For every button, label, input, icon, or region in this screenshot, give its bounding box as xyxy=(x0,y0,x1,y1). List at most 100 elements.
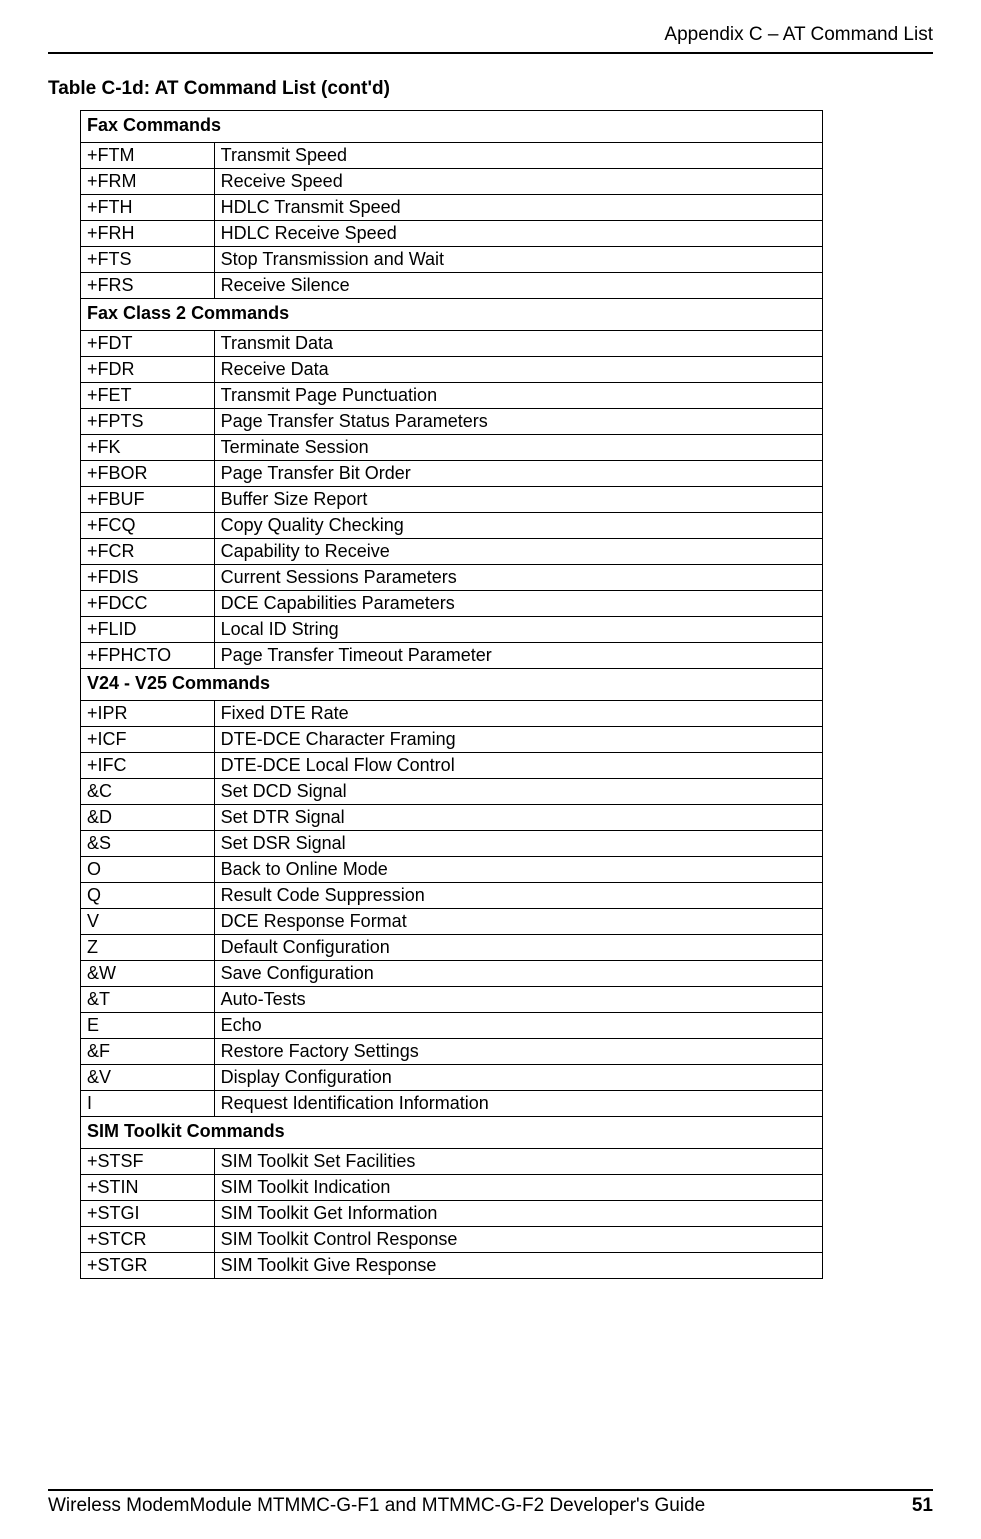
table-row: ZDefault Configuration xyxy=(81,935,823,961)
desc-cell: Page Transfer Timeout Parameter xyxy=(214,643,823,669)
cmd-cell: +FRH xyxy=(81,221,215,247)
table-row: +FKTerminate Session xyxy=(81,435,823,461)
table-row: +FTSStop Transmission and Wait xyxy=(81,247,823,273)
desc-cell: Receive Speed xyxy=(214,169,823,195)
at-command-table: Fax Commands +FTMTransmit Speed +FRMRece… xyxy=(80,110,823,1279)
cmd-cell: +ICF xyxy=(81,727,215,753)
desc-cell: HDLC Receive Speed xyxy=(214,221,823,247)
desc-cell: Set DCD Signal xyxy=(214,779,823,805)
section-header: V24 - V25 Commands xyxy=(81,669,823,701)
cmd-cell: &D xyxy=(81,805,215,831)
section-header: Fax Commands xyxy=(81,111,823,143)
desc-cell: Terminate Session xyxy=(214,435,823,461)
cmd-cell: +FCQ xyxy=(81,513,215,539)
section-header-row: Fax Class 2 Commands xyxy=(81,299,823,331)
desc-cell: Set DSR Signal xyxy=(214,831,823,857)
desc-cell: Current Sessions Parameters xyxy=(214,565,823,591)
desc-cell: DCE Capabilities Parameters xyxy=(214,591,823,617)
cmd-cell: &S xyxy=(81,831,215,857)
cmd-cell: +STSF xyxy=(81,1149,215,1175)
section-header: Fax Class 2 Commands xyxy=(81,299,823,331)
desc-cell: HDLC Transmit Speed xyxy=(214,195,823,221)
desc-cell: Display Configuration xyxy=(214,1065,823,1091)
desc-cell: Receive Silence xyxy=(214,273,823,299)
section-header-row: SIM Toolkit Commands xyxy=(81,1117,823,1149)
desc-cell: Capability to Receive xyxy=(214,539,823,565)
table-row: +IFCDTE-DCE Local Flow Control xyxy=(81,753,823,779)
cmd-cell: O xyxy=(81,857,215,883)
table-row: +IPRFixed DTE Rate xyxy=(81,701,823,727)
footer-text: Wireless ModemModule MTMMC-G-F1 and MTMM… xyxy=(48,1495,705,1517)
desc-cell: Transmit Speed xyxy=(214,143,823,169)
cmd-cell: +FTH xyxy=(81,195,215,221)
desc-cell: Transmit Data xyxy=(214,331,823,357)
cmd-cell: &W xyxy=(81,961,215,987)
table-row: &VDisplay Configuration xyxy=(81,1065,823,1091)
table-row: &FRestore Factory Settings xyxy=(81,1039,823,1065)
section-header-row: Fax Commands xyxy=(81,111,823,143)
cmd-cell: +FTM xyxy=(81,143,215,169)
table-row: +FRHHDLC Receive Speed xyxy=(81,221,823,247)
desc-cell: Result Code Suppression xyxy=(214,883,823,909)
cmd-cell: +FBUF xyxy=(81,487,215,513)
desc-cell: Back to Online Mode xyxy=(214,857,823,883)
cmd-cell: +FPTS xyxy=(81,409,215,435)
table-row: +ICFDTE-DCE Character Framing xyxy=(81,727,823,753)
table-row: &WSave Configuration xyxy=(81,961,823,987)
desc-cell: Local ID String xyxy=(214,617,823,643)
cmd-cell: Z xyxy=(81,935,215,961)
table-row: +STSFSIM Toolkit Set Facilities xyxy=(81,1149,823,1175)
table-row: +FDRReceive Data xyxy=(81,357,823,383)
cmd-cell: +FDCC xyxy=(81,591,215,617)
cmd-cell: Q xyxy=(81,883,215,909)
page-number: 51 xyxy=(912,1495,933,1517)
table-row: +STCRSIM Toolkit Control Response xyxy=(81,1227,823,1253)
cmd-cell: +FDT xyxy=(81,331,215,357)
desc-cell: SIM Toolkit Set Facilities xyxy=(214,1149,823,1175)
cmd-cell: +FBOR xyxy=(81,461,215,487)
desc-cell: Restore Factory Settings xyxy=(214,1039,823,1065)
cmd-cell: +STIN xyxy=(81,1175,215,1201)
table-row: OBack to Online Mode xyxy=(81,857,823,883)
table-row: +STGISIM Toolkit Get Information xyxy=(81,1201,823,1227)
table-row: +FDISCurrent Sessions Parameters xyxy=(81,565,823,591)
desc-cell: DCE Response Format xyxy=(214,909,823,935)
cmd-cell: &V xyxy=(81,1065,215,1091)
table-row: +FDCCDCE Capabilities Parameters xyxy=(81,591,823,617)
desc-cell: Page Transfer Status Parameters xyxy=(214,409,823,435)
section-header-row: V24 - V25 Commands xyxy=(81,669,823,701)
table-row: QResult Code Suppression xyxy=(81,883,823,909)
table-row: IRequest Identification Information xyxy=(81,1091,823,1117)
desc-cell: SIM Toolkit Get Information xyxy=(214,1201,823,1227)
cmd-cell: E xyxy=(81,1013,215,1039)
desc-cell: Buffer Size Report xyxy=(214,487,823,513)
table-row: +FBORPage Transfer Bit Order xyxy=(81,461,823,487)
desc-cell: Default Configuration xyxy=(214,935,823,961)
page: Appendix C – AT Command List Table C-1d:… xyxy=(0,0,981,1539)
table-row: +FRMReceive Speed xyxy=(81,169,823,195)
desc-cell: Request Identification Information xyxy=(214,1091,823,1117)
desc-cell: SIM Toolkit Indication xyxy=(214,1175,823,1201)
cmd-cell: +FDIS xyxy=(81,565,215,591)
section-header: SIM Toolkit Commands xyxy=(81,1117,823,1149)
table-title: Table C-1d: AT Command List (cont'd) xyxy=(48,78,933,100)
table-row: EEcho xyxy=(81,1013,823,1039)
cmd-cell: +STGR xyxy=(81,1253,215,1279)
desc-cell: Copy Quality Checking xyxy=(214,513,823,539)
cmd-cell: +STCR xyxy=(81,1227,215,1253)
table-row: +FTMTransmit Speed xyxy=(81,143,823,169)
table-row: +FCRCapability to Receive xyxy=(81,539,823,565)
desc-cell: Echo xyxy=(214,1013,823,1039)
breadcrumb: Appendix C – AT Command List xyxy=(48,24,933,54)
table-row: VDCE Response Format xyxy=(81,909,823,935)
table-row: +FDTTransmit Data xyxy=(81,331,823,357)
table-row: +FETTransmit Page Punctuation xyxy=(81,383,823,409)
cmd-cell: V xyxy=(81,909,215,935)
cmd-cell: +FDR xyxy=(81,357,215,383)
cmd-cell: +FRM xyxy=(81,169,215,195)
desc-cell: Stop Transmission and Wait xyxy=(214,247,823,273)
desc-cell: Set DTR Signal xyxy=(214,805,823,831)
table-row: +FPTSPage Transfer Status Parameters xyxy=(81,409,823,435)
desc-cell: Receive Data xyxy=(214,357,823,383)
desc-cell: SIM Toolkit Give Response xyxy=(214,1253,823,1279)
